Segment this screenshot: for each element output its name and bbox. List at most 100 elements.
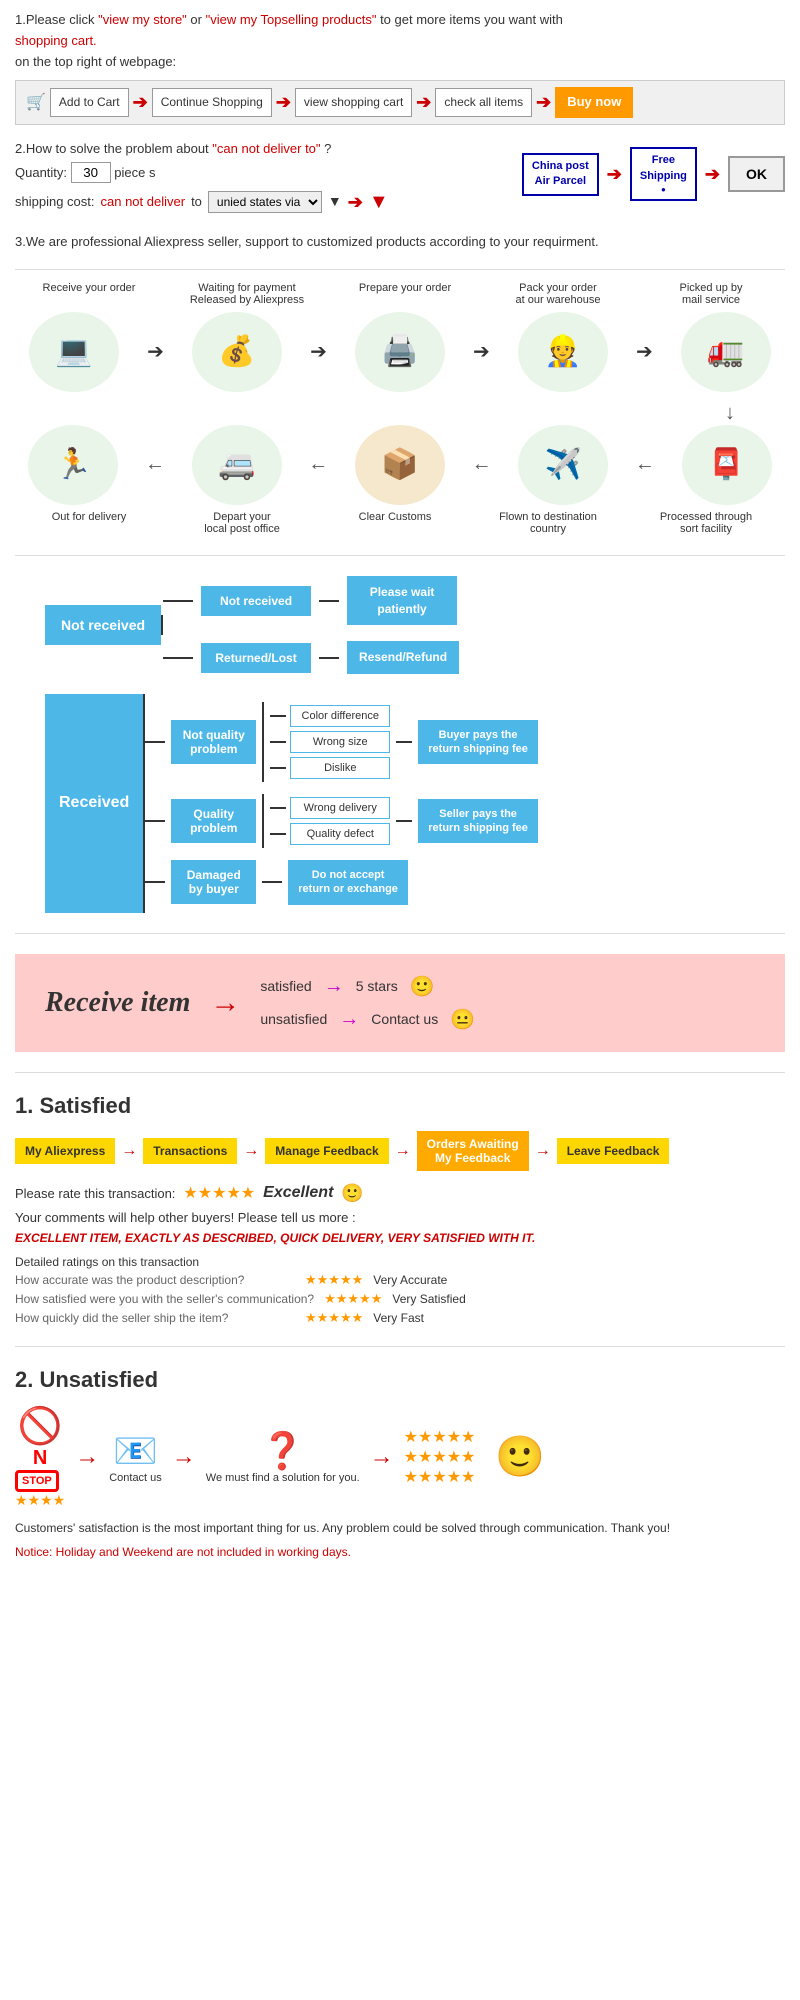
- proc-label-3: Prepare your order: [355, 282, 455, 306]
- proc-arrow-1: ➔: [147, 339, 164, 364]
- quantity-row: Quantity: piece s: [15, 161, 389, 184]
- shipping-row: shipping cost: can not deliver to unied …: [15, 184, 389, 220]
- damaged-box: Damagedby buyer: [171, 860, 256, 904]
- excellent-emoji: 🙂: [341, 1183, 363, 1204]
- detail-row-2: How satisfied were you with the seller's…: [15, 1291, 785, 1307]
- arrow2: ➔: [276, 88, 291, 117]
- excellent-label: Excellent: [263, 1184, 333, 1202]
- cannot-deliver-text: can not deliver: [101, 190, 186, 213]
- proc-label-b5: Processed throughsort facility: [651, 511, 761, 535]
- china-post-line2: Air Parcel: [532, 174, 589, 189]
- smile-emoji1: 🙂: [410, 974, 435, 999]
- fb-arrow-4: →: [535, 1142, 551, 1160]
- detail-stars-1: ★★★★★: [305, 1272, 363, 1288]
- not-received-branch2: Returned/Lost: [201, 643, 311, 673]
- satisfied-section: 1. Satisfied My Aliexpress → Transaction…: [15, 1093, 785, 1326]
- detail-row-3: How quickly did the seller ship the item…: [15, 1310, 785, 1326]
- shopping-steps: 🛒 Add to Cart ➔ Continue Shopping ➔ view…: [15, 80, 785, 125]
- view-store-link[interactable]: "view my store": [98, 12, 187, 27]
- unsatisfied-text: unsatisfied: [260, 1011, 327, 1027]
- not-received-label: Not received: [45, 605, 161, 645]
- detail-ratings: Detailed ratings on this transaction How…: [15, 1255, 785, 1326]
- free-shipping-line1: Free: [640, 153, 687, 168]
- unsat-step-1: 🚫 N STOP ★★★★: [15, 1405, 65, 1509]
- not-quality-box: Not qualityproblem: [171, 720, 256, 764]
- quantity-input[interactable]: [71, 162, 111, 183]
- detail-result-2: Very Satisfied: [392, 1292, 465, 1306]
- step-add-cart[interactable]: Add to Cart: [50, 88, 129, 117]
- dropdown-arrow[interactable]: ▼: [328, 189, 342, 214]
- unsatisfied-section: 2. Unsatisfied 🚫 N STOP ★★★★ → 📧 Contact…: [15, 1367, 785, 1561]
- received-chart: Received Not qualityproblem Color differ…: [15, 694, 785, 913]
- proc-icon-4: 👷: [518, 312, 608, 392]
- fb-arrow-2: →: [243, 1142, 259, 1160]
- proc-icon-1: 💻: [29, 312, 119, 392]
- section1-text: 1.Please click "view my store" or "view …: [15, 10, 785, 31]
- unsat-steps: 🚫 N STOP ★★★★ → 📧 Contact us → ❓ We must…: [15, 1405, 785, 1509]
- shipping-select[interactable]: unied states via: [208, 191, 322, 213]
- detail-stars-3: ★★★★★: [305, 1310, 363, 1326]
- pink-section: Receive item → satisfied → 5 stars 🙂 uns…: [15, 954, 785, 1052]
- proc-arrow-2: ➔: [310, 339, 327, 364]
- wrong-delivery-box: Wrong delivery: [290, 797, 390, 819]
- proc-label-5: Picked up bymail service: [661, 282, 761, 306]
- unsat-arrow-2: →: [172, 1443, 196, 1471]
- footer-notice1: Customers' satisfaction is the most impo…: [15, 1519, 785, 1537]
- excellent-comment: EXCELLENT ITEM, EXACTLY AS DESCRIBED, QU…: [15, 1231, 785, 1245]
- proc-label-4: Pack your orderat our warehouse: [503, 282, 613, 306]
- fb-step-4[interactable]: Orders AwaitingMy Feedback: [417, 1131, 529, 1171]
- fb-step-5[interactable]: Leave Feedback: [557, 1138, 670, 1164]
- feedback-steps: My Aliexpress → Transactions → Manage Fe…: [15, 1131, 785, 1171]
- proc-arrow-4: ➔: [636, 339, 653, 364]
- footer-notice2: Notice: Holiday and Weekend are not incl…: [15, 1543, 785, 1561]
- fb-arrow-1: →: [121, 1142, 137, 1160]
- fb-arrow-3: →: [395, 1142, 411, 1160]
- free-shipping-line2: Shipping: [640, 169, 687, 184]
- section1-text3: on the top right of webpage:: [15, 52, 785, 73]
- unsat-smile: 🙂: [495, 1433, 545, 1480]
- pink-arrow1: →: [324, 975, 344, 998]
- not-received-branch1: Not received: [201, 586, 311, 616]
- received-label: Received: [45, 694, 143, 913]
- receive-item-heading: Receive item: [45, 987, 190, 1019]
- not-received-chart: Not received Not received Please wait pa…: [15, 576, 785, 674]
- unsatisfied-row: unsatisfied → Contact us 😐: [260, 1007, 475, 1032]
- fb-step-2[interactable]: Transactions: [143, 1138, 237, 1164]
- wrong-size-box: Wrong size: [290, 731, 390, 753]
- step-continue[interactable]: Continue Shopping: [152, 88, 272, 117]
- china-post-line1: China post: [532, 159, 589, 174]
- detail-title: Detailed ratings on this transaction: [15, 1255, 785, 1269]
- quality-defect-box: Quality defect: [290, 823, 390, 845]
- satisfied-text: satisfied: [260, 978, 311, 994]
- proc-label-b1: Out for delivery: [39, 511, 139, 535]
- proc-label-1: Receive your order: [39, 282, 139, 306]
- color-diff-box: Color difference: [290, 705, 390, 727]
- shipping-arrow2: ▼: [369, 184, 389, 220]
- satisfied-title: 1. Satisfied: [15, 1093, 785, 1119]
- detail-stars-2: ★★★★★: [324, 1291, 382, 1307]
- section2-header: 2.How to solve the problem about "can no…: [15, 137, 389, 160]
- detail-label-1: How accurate was the product description…: [15, 1273, 295, 1287]
- section3: 3.We are professional Aliexpress seller,…: [15, 232, 785, 253]
- fb-step-3[interactable]: Manage Feedback: [265, 1138, 388, 1164]
- section2: 2.How to solve the problem about "can no…: [15, 137, 785, 220]
- view-topselling-link[interactable]: "view my Topselling products": [206, 12, 377, 27]
- buy-now-button[interactable]: Buy now: [555, 87, 633, 118]
- unsatisfied-title: 2. Unsatisfied: [15, 1367, 785, 1393]
- fb-step-1[interactable]: My Aliexpress: [15, 1138, 115, 1164]
- proc-label-2: Waiting for paymentReleased by Aliexpres…: [187, 282, 307, 306]
- contact-us-text: Contact us: [371, 1011, 438, 1027]
- problem-text: "can not deliver to": [212, 141, 320, 156]
- proc-icon-3: 🖨️: [355, 312, 445, 392]
- proc-icon-b3: 📦: [355, 425, 445, 505]
- section1: 1.Please click "view my store" or "view …: [15, 10, 785, 125]
- step-view-cart[interactable]: view shopping cart: [295, 88, 412, 117]
- arrow3: ➔: [416, 88, 431, 117]
- proc-icon-b5: 📮: [682, 425, 772, 505]
- ok-button[interactable]: OK: [728, 156, 785, 192]
- proc-arrow-b1: ←: [145, 453, 165, 476]
- unsat-step-4: ★★★★★ ★★★★★ ★★★★★: [404, 1427, 476, 1487]
- section3-text: 3.We are professional Aliexpress seller,…: [15, 232, 785, 253]
- step-check[interactable]: check all items: [435, 88, 532, 117]
- unsat-arrow-3: →: [370, 1443, 394, 1471]
